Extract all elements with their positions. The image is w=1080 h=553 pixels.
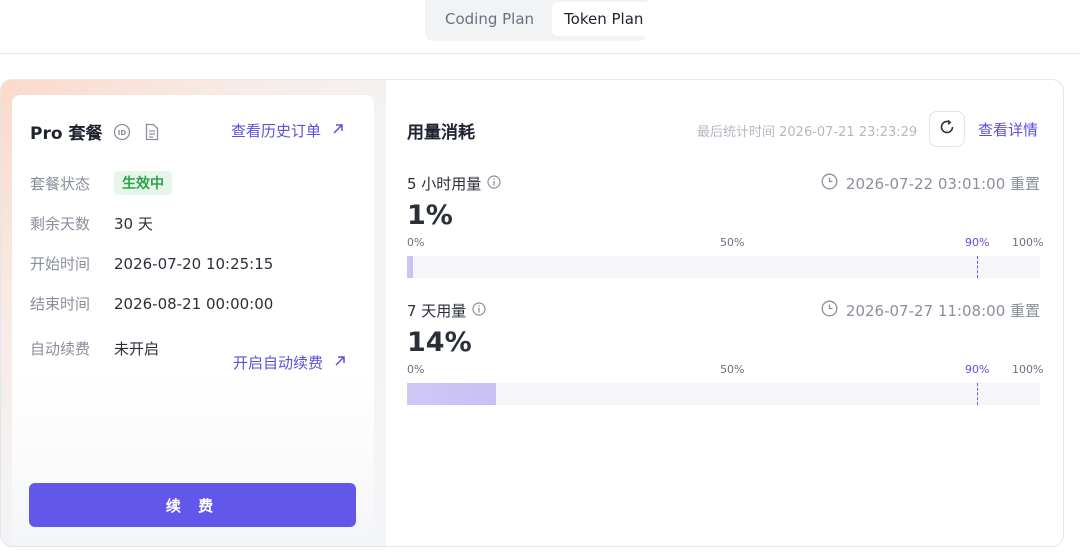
- top-divider: [0, 53, 1080, 54]
- remaining-days-value: 30 天: [114, 215, 153, 233]
- info-icon[interactable]: [487, 174, 501, 193]
- usage-title: 用量消耗: [407, 123, 475, 143]
- start-time-row: 开始时间 2026-07-20 10:25:15: [30, 253, 273, 274]
- arrow-up-right-icon: [331, 122, 345, 140]
- renew-button[interactable]: 续 费: [29, 483, 356, 527]
- tab-coding-plan[interactable]: Coding Plan: [433, 2, 546, 36]
- status-row: 套餐状态 生效中: [30, 171, 172, 195]
- auto-renew-label: 自动续费: [30, 340, 91, 358]
- usage-5h-progress-bar: [407, 256, 1040, 278]
- usage-7d-threshold-marker: [977, 383, 978, 405]
- svg-text:ID: ID: [118, 129, 127, 137]
- usage-5h-percent: 1%: [407, 200, 453, 231]
- usage-5h-scale-50: 50%: [720, 236, 745, 249]
- auto-renew-row: 自动续费 未开启: [30, 338, 159, 359]
- plan-info-card: Pro 套餐 ID 查看历史订单 套餐状态 生效中 剩余天数 30 天 开始时间…: [12, 95, 374, 546]
- view-order-history-link[interactable]: 查看历史订单: [231, 120, 345, 141]
- arrow-up-right-icon: [333, 354, 347, 372]
- refresh-icon: [938, 118, 956, 140]
- tab-token-plan[interactable]: Token Plan: [552, 2, 656, 36]
- plan-title-row: Pro 套餐 ID: [30, 119, 162, 144]
- usage-7d-reset-row: 2026-07-27 11:08:00 重置: [821, 300, 1040, 321]
- usage-7d-progress-fill: [407, 383, 496, 405]
- usage-5h-progress-fill: [407, 256, 414, 278]
- enable-auto-renew-label: 开启自动续费: [233, 354, 324, 372]
- usage-5h-scale-100: 100%: [1012, 236, 1044, 249]
- usage-7d-percent: 14%: [407, 327, 472, 358]
- status-badge: 生效中: [114, 171, 172, 195]
- clock-icon: [821, 300, 838, 321]
- start-time-label: 开始时间: [30, 255, 91, 273]
- usage-5h-label: 5 小时用量: [407, 175, 482, 193]
- auto-renew-value: 未开启: [114, 340, 160, 358]
- usage-7d-scale-0: 0%: [407, 363, 425, 376]
- usage-7d-scale-50: 50%: [720, 363, 745, 376]
- usage-7d-progress-bar: [407, 383, 1040, 405]
- document-icon[interactable]: [142, 122, 162, 142]
- enable-auto-renew-link[interactable]: 开启自动续费: [233, 352, 347, 373]
- usage-7d-label: 7 天用量: [407, 302, 467, 320]
- id-icon[interactable]: ID: [112, 122, 132, 142]
- end-time-row: 结束时间 2026-08-21 00:00:00: [30, 293, 273, 314]
- end-time-value: 2026-08-21 00:00:00: [114, 294, 274, 313]
- usage-5h-reset-time: 2026-07-22 03:01:00 重置: [845, 175, 1040, 193]
- usage-5h-label-row: 5 小时用量: [407, 173, 501, 194]
- refresh-button[interactable]: [929, 111, 965, 147]
- status-label: 套餐状态: [30, 174, 91, 193]
- usage-5h-reset-row: 2026-07-22 03:01:00 重置: [821, 173, 1040, 194]
- usage-7d-scale-100: 100%: [1012, 363, 1044, 376]
- usage-7d-scale-90: 90%: [965, 363, 990, 376]
- usage-7d-reset-time: 2026-07-27 11:08:00 重置: [845, 302, 1040, 320]
- plan-title: Pro 套餐: [30, 124, 103, 144]
- plan-tab-switcher: Coding Plan Token Plan: [425, 0, 656, 41]
- last-stat-time: 最后统计时间 2026-07-21 23:23:29: [697, 125, 918, 140]
- start-time-value: 2026-07-20 10:25:15: [114, 254, 274, 273]
- info-icon[interactable]: [472, 301, 486, 320]
- usage-7d-label-row: 7 天用量: [407, 300, 486, 321]
- usage-5h-scale-0: 0%: [407, 236, 425, 249]
- remaining-days-row: 剩余天数 30 天: [30, 213, 153, 234]
- view-order-history-label: 查看历史订单: [231, 122, 322, 140]
- view-details-link[interactable]: 查看详情: [978, 119, 1038, 140]
- usage-5h-threshold-marker: [977, 256, 978, 278]
- remaining-days-label: 剩余天数: [30, 215, 91, 233]
- end-time-label: 结束时间: [30, 295, 91, 313]
- usage-5h-scale-90: 90%: [965, 236, 990, 249]
- clock-icon: [821, 173, 838, 194]
